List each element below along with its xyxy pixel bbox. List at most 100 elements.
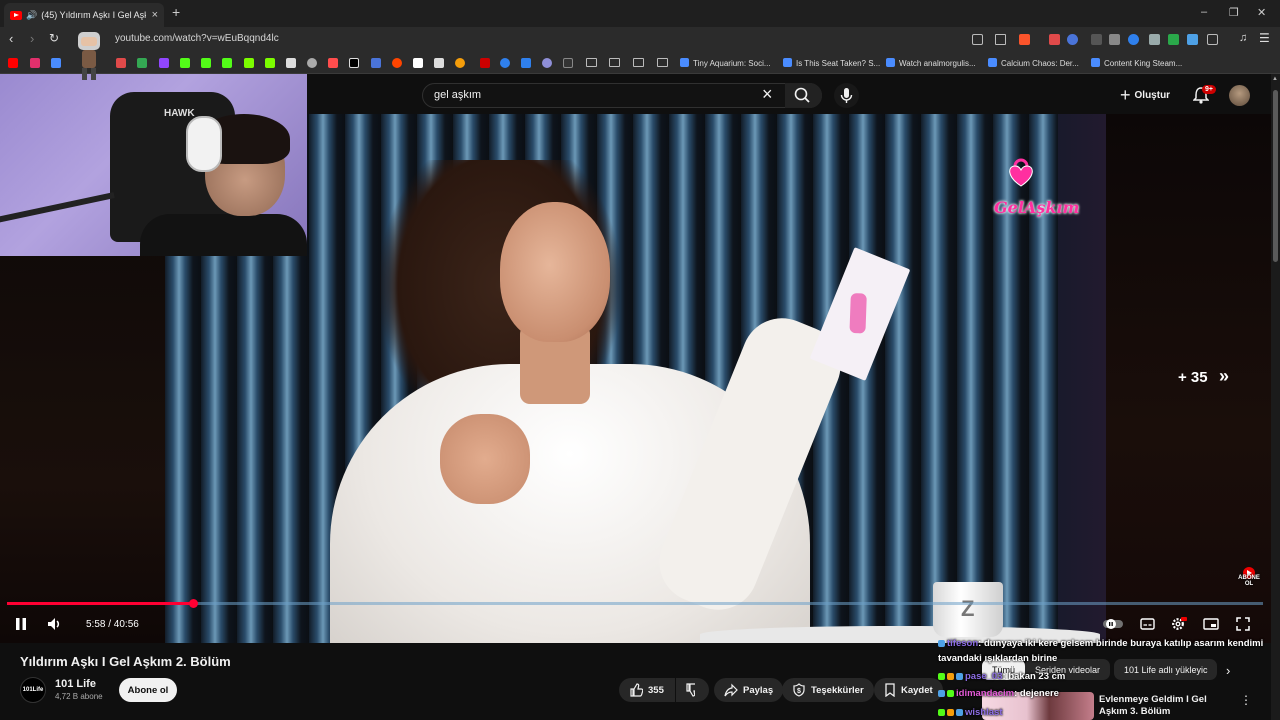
tab-close-icon[interactable]: ×: [152, 9, 158, 21]
bookmark-drive-icon[interactable]: [137, 58, 147, 68]
bookmark-reddit-icon[interactable]: [392, 58, 402, 68]
bookmark-icon[interactable]: [244, 58, 254, 68]
bookmark-icon[interactable]: [307, 58, 317, 68]
media-controls-icon[interactable]: ♫: [1239, 32, 1250, 44]
bookmark-save-icon: [885, 683, 895, 697]
subscribe-watermark[interactable]: ABONE OL: [1236, 575, 1262, 587]
bookmark-icon[interactable]: [455, 58, 465, 68]
video-person-hand: [440, 414, 530, 504]
bookmark-x-icon[interactable]: [349, 58, 359, 68]
channel-name[interactable]: 101 Life: [55, 678, 96, 690]
double-chevron-right-icon[interactable]: »: [1219, 366, 1229, 387]
bookmark-icon[interactable]: [521, 58, 531, 68]
bookmark-folder-icon[interactable]: [657, 58, 668, 67]
share-button[interactable]: Paylaş: [714, 678, 784, 702]
bookmark-link[interactable]: Calcium Chaos: Der...: [988, 58, 1079, 68]
audio-playing-icon[interactable]: 🔊: [26, 10, 37, 21]
fullscreen-icon[interactable]: [1236, 617, 1250, 631]
voice-search-button[interactable]: [834, 83, 859, 108]
brave-shield-icon[interactable]: [1019, 34, 1030, 45]
pause-icon[interactable]: [14, 617, 28, 631]
bookmark-icon[interactable]: [542, 58, 552, 68]
thanks-button[interactable]: $ Teşekkürler: [782, 678, 874, 702]
chat-message: tifeson: dunyaya iki kere gelsem birinde…: [938, 638, 1263, 649]
search-button[interactable]: [785, 83, 822, 108]
bookmark-icon[interactable]: [563, 58, 573, 68]
bookmark-icon[interactable]: [51, 58, 61, 68]
bookmark-link[interactable]: Is This Seat Taken? S...: [783, 58, 880, 68]
video-frame-edge: [1058, 114, 1106, 643]
extension-icon[interactable]: [1168, 34, 1179, 45]
forward-icon[interactable]: ›: [30, 31, 34, 46]
create-button[interactable]: + Oluştur: [1120, 85, 1170, 105]
settings-gear-icon[interactable]: [1171, 617, 1187, 631]
youtube-favicon-icon: [10, 10, 22, 20]
extension-icon[interactable]: [1128, 34, 1139, 45]
reload-icon[interactable]: ↻: [49, 31, 59, 45]
extension-icon[interactable]: [1049, 34, 1060, 45]
bookmark-amazon-icon[interactable]: [434, 58, 444, 68]
window-close-button[interactable]: ✕: [1257, 6, 1266, 19]
like-button[interactable]: 355: [619, 678, 675, 702]
extension-icon[interactable]: [1067, 34, 1078, 45]
bookmark-folder-icon[interactable]: [586, 58, 597, 67]
bookmark-icon[interactable]: [265, 58, 275, 68]
share-page-icon[interactable]: [995, 34, 1006, 45]
video-progress-played: [7, 602, 193, 605]
share-icon: [724, 683, 738, 697]
video-progress-bar[interactable]: [7, 599, 1263, 608]
bookmark-icon[interactable]: [116, 58, 126, 68]
restore-button[interactable]: ❐: [1229, 6, 1239, 19]
scroll-up-icon[interactable]: ▲: [1272, 76, 1278, 82]
bookmark-twitch-icon[interactable]: [159, 58, 169, 68]
bookmark-icon[interactable]: [413, 58, 423, 68]
chair-brand-logo: HAWK: [164, 108, 195, 119]
bookmark-link[interactable]: Watch analmorgulis...: [886, 58, 976, 68]
extension-icon[interactable]: [1109, 34, 1120, 45]
search-input[interactable]: gel aşkım: [434, 89, 481, 101]
extension-icon[interactable]: [1149, 34, 1160, 45]
menu-icon[interactable]: ☰: [1259, 31, 1270, 45]
clear-search-icon[interactable]: ×: [762, 84, 773, 105]
subtitles-icon[interactable]: [1140, 617, 1155, 631]
bookmark-kick-icon[interactable]: [222, 58, 232, 68]
autoplay-toggle-icon[interactable]: [1103, 618, 1123, 630]
minimize-button[interactable]: –: [1201, 6, 1207, 18]
bookmark-link[interactable]: Content King Steam...: [1091, 58, 1182, 68]
bookmark-kick-icon[interactable]: [201, 58, 211, 68]
save-button[interactable]: Kaydet: [874, 678, 943, 702]
subscribe-button[interactable]: Abone ol: [119, 678, 177, 702]
bookmark-link[interactable]: Tiny Aquarium: Soci...: [680, 58, 771, 68]
volume-icon[interactable]: [47, 617, 63, 631]
bookmark-icon[interactable]: [286, 58, 296, 68]
miniplayer-icon[interactable]: [1203, 617, 1219, 631]
bookmark-instagram-icon[interactable]: [30, 58, 40, 68]
browser-tab[interactable]: 🔊 (45) Yıldırım Aşkı I Gel Aşkım ×: [4, 3, 164, 27]
url-field[interactable]: youtube.com/watch?v=wEuBqqnd4lc: [115, 33, 279, 44]
account-avatar[interactable]: [1229, 85, 1250, 106]
bookmark-youtube-icon[interactable]: [8, 58, 18, 68]
more-options-icon[interactable]: ⋮: [1240, 693, 1252, 707]
bookmark-icon[interactable]: [328, 58, 338, 68]
recommended-video-title[interactable]: Evlenmeye Geldim I Gel Aşkım 3. Bölüm: [1099, 694, 1234, 718]
bookmark-kick-icon[interactable]: [180, 58, 190, 68]
channel-avatar[interactable]: 101Life: [20, 677, 46, 703]
extension-icon[interactable]: [1187, 34, 1198, 45]
bookmark-netflix-icon[interactable]: [480, 58, 490, 68]
dislike-button[interactable]: [676, 678, 709, 702]
plus-icon: +: [1120, 84, 1131, 105]
chat-badge-icon: [947, 709, 954, 716]
video-progress-scrubber[interactable]: [188, 599, 198, 608]
sidebar-icon[interactable]: [1207, 34, 1218, 45]
back-icon[interactable]: ‹: [9, 31, 13, 46]
extension-icon[interactable]: [1091, 34, 1102, 45]
page-scrollbar-thumb[interactable]: [1273, 90, 1278, 262]
install-app-icon[interactable]: [972, 34, 983, 45]
new-tab-button[interactable]: +: [172, 4, 180, 20]
bookmark-icon[interactable]: [500, 58, 510, 68]
chip-uploader[interactable]: 101 Life adlı yükleyic: [1114, 659, 1217, 680]
bookmark-folder-icon[interactable]: [609, 58, 620, 67]
bookmark-folder-icon[interactable]: [633, 58, 644, 67]
bookmark-icon[interactable]: [371, 58, 381, 68]
chevron-right-icon[interactable]: ›: [1226, 663, 1230, 678]
